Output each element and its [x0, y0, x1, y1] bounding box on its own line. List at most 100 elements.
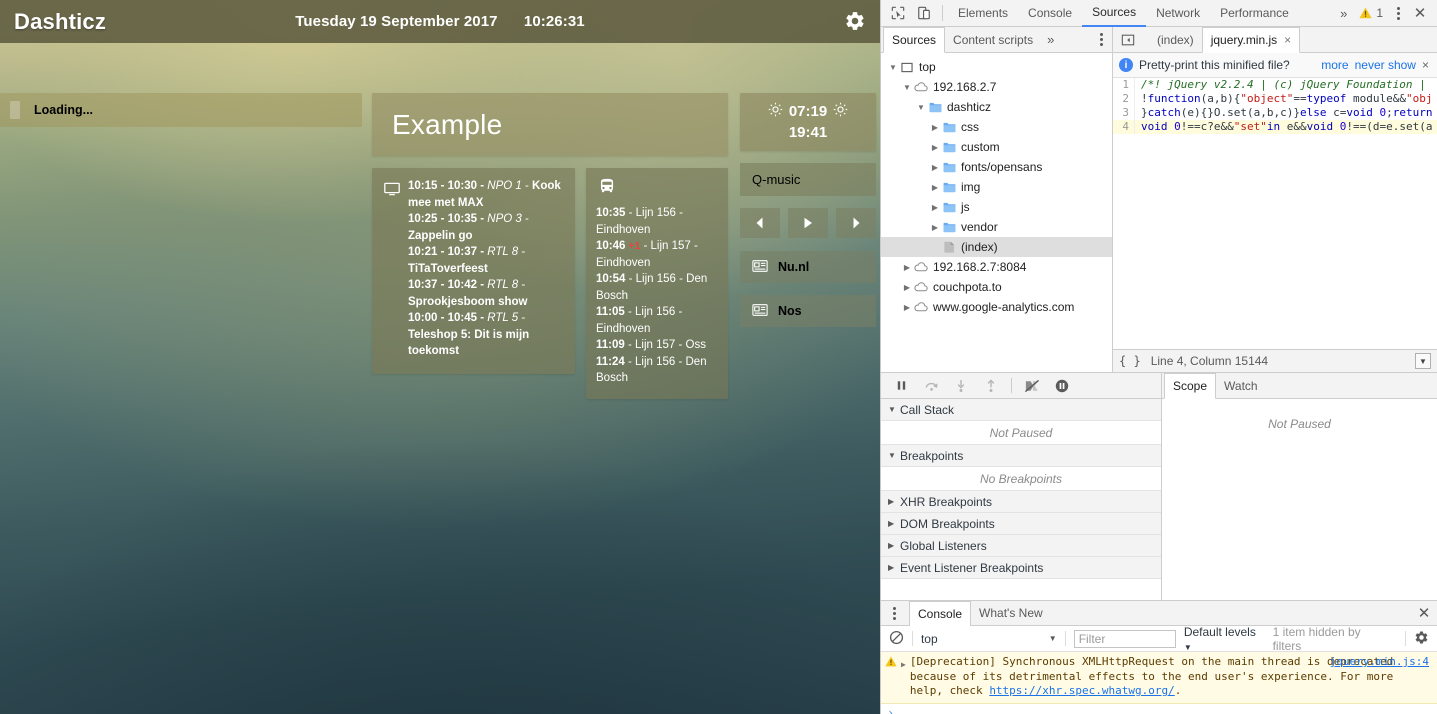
section-twisty-icon[interactable]: ▶	[888, 541, 900, 550]
expand-message-icon[interactable]: ▶	[901, 658, 906, 699]
more-options-icon[interactable]	[885, 606, 903, 620]
tree-node-top[interactable]: ▼ top	[881, 57, 1112, 77]
navigator-tab-content-scripts[interactable]: Content scripts	[945, 27, 1041, 52]
tree-node-couchpota-to[interactable]: ▶ couchpota.to	[881, 277, 1112, 297]
collapse-twisty-icon[interactable]: ▶	[929, 183, 941, 192]
console-prompt[interactable]: ›	[881, 704, 1437, 714]
deactivate-breakpoints-icon[interactable]	[1018, 374, 1046, 398]
tv-guide-block[interactable]: 10:15 - 10:30 - NPO 1 - Kook mee met MAX…	[372, 168, 575, 374]
tab-watch[interactable]: Watch	[1216, 373, 1266, 398]
line-number[interactable]: 2	[1113, 92, 1135, 106]
drawer-tab-whats-new[interactable]: What's New	[971, 601, 1051, 626]
section-twisty-icon[interactable]: ▶	[888, 519, 900, 528]
console-message-warning[interactable]: ▶ [Deprecation] Synchronous XMLHttpReque…	[881, 652, 1437, 704]
line-number[interactable]: 4	[1113, 120, 1135, 134]
collapse-twisty-icon[interactable]: ▶	[929, 123, 941, 132]
collapse-twisty-icon[interactable]: ▶	[901, 283, 913, 292]
close-icon[interactable]: ✕	[1407, 4, 1433, 22]
tree-node-192-168-2-7[interactable]: ▼ 192.168.2.7	[881, 77, 1112, 97]
close-icon[interactable]: ×	[1284, 33, 1291, 47]
tv-program-item: 10:15 - 10:30 - NPO 1 - Kook mee met MAX	[408, 178, 563, 211]
step-into-icon[interactable]	[947, 374, 975, 398]
news-button-nunl[interactable]: Nu.nl	[740, 251, 876, 283]
tab-console[interactable]: Console	[1018, 0, 1082, 27]
close-icon[interactable]: ✕	[1411, 604, 1437, 622]
pause-icon[interactable]	[887, 374, 915, 398]
debugger-section-call-stack[interactable]: ▼ Call Stack	[881, 399, 1161, 421]
debugger-section-event-listener-breakpoints[interactable]: ▶ Event Listener Breakpoints	[881, 557, 1161, 579]
pretty-print-more-link[interactable]: more	[1321, 58, 1348, 72]
close-icon[interactable]: ×	[1422, 58, 1437, 72]
warning-count-badge[interactable]: 1	[1353, 6, 1389, 20]
more-options-icon[interactable]	[1092, 33, 1110, 46]
tab-scope[interactable]: Scope	[1164, 373, 1217, 399]
collapse-twisty-icon[interactable]: ▶	[929, 223, 941, 232]
console-filter-input[interactable]: Filter	[1073, 629, 1176, 648]
tree-node--index-[interactable]: (index)	[881, 237, 1112, 257]
navigator-tab-sources[interactable]: Sources	[883, 27, 946, 53]
tree-node-dashticz[interactable]: ▼ dashticz	[881, 97, 1112, 117]
step-over-icon[interactable]	[917, 374, 945, 398]
debugger-section-xhr-breakpoints[interactable]: ▶ XHR Breakpoints	[881, 491, 1161, 513]
pause-on-exceptions-icon[interactable]	[1048, 374, 1076, 398]
section-twisty-icon[interactable]: ▼	[888, 451, 900, 460]
tree-node-192-168-2-7-8084[interactable]: ▶ 192.168.2.7:8084	[881, 257, 1112, 277]
tree-node-css[interactable]: ▶ css	[881, 117, 1112, 137]
collapse-twisty-icon[interactable]: ▶	[929, 143, 941, 152]
clear-console-icon[interactable]	[889, 630, 904, 648]
radio-station-block[interactable]: Q-music	[740, 163, 876, 196]
pretty-print-never-show-link[interactable]: never show	[1355, 58, 1416, 72]
collapse-twisty-icon[interactable]: ▶	[929, 203, 941, 212]
message-link[interactable]: https://xhr.spec.whatwg.org/	[989, 684, 1174, 697]
gear-icon[interactable]	[1414, 630, 1429, 648]
section-twisty-icon[interactable]: ▼	[888, 405, 900, 414]
bus-departures-block[interactable]: 10:35 - Lijn 156 - Eindhoven 10:46 +1 - L…	[586, 168, 728, 399]
show-more-icon[interactable]: ▼	[1415, 353, 1431, 369]
tab-network[interactable]: Network	[1146, 0, 1210, 27]
inspect-element-icon[interactable]	[885, 1, 911, 25]
tab-elements[interactable]: Elements	[948, 0, 1018, 27]
gear-icon[interactable]	[844, 10, 868, 34]
play-button[interactable]	[788, 208, 828, 238]
collapse-twisty-icon[interactable]: ▶	[901, 303, 913, 312]
tab-sources[interactable]: Sources	[1082, 0, 1147, 27]
folder-icon	[941, 162, 957, 173]
console-message-source-link[interactable]: jquery.min.js:4	[1330, 655, 1429, 670]
pretty-print-toggle[interactable]: { }	[1119, 354, 1141, 368]
code-editor[interactable]: 1 /*! jQuery v2.2.4 | (c) jQuery Foundati…	[1113, 78, 1437, 349]
editor-tab-index[interactable]: (index)	[1149, 27, 1202, 52]
section-twisty-icon[interactable]: ▶	[888, 497, 900, 506]
show-navigator-icon[interactable]	[1115, 28, 1141, 52]
tree-node-img[interactable]: ▶ img	[881, 177, 1112, 197]
collapse-twisty-icon[interactable]: ▶	[901, 263, 913, 272]
previous-track-button[interactable]	[740, 208, 780, 238]
news-button-nos[interactable]: Nos	[740, 295, 876, 327]
section-twisty-icon[interactable]: ▶	[888, 563, 900, 572]
collapse-twisty-icon[interactable]: ▶	[929, 163, 941, 172]
expand-twisty-icon[interactable]: ▼	[901, 83, 913, 92]
step-out-icon[interactable]	[977, 374, 1005, 398]
console-levels-select[interactable]: Default levels ▼	[1184, 625, 1265, 653]
tree-node-www-google-analytics-com[interactable]: ▶ www.google-analytics.com	[881, 297, 1112, 317]
tree-node-js[interactable]: ▶ js	[881, 197, 1112, 217]
tree-node-custom[interactable]: ▶ custom	[881, 137, 1112, 157]
tree-node-label: vendor	[961, 220, 998, 234]
tree-node-vendor[interactable]: ▶ vendor	[881, 217, 1112, 237]
line-number[interactable]: 1	[1113, 78, 1135, 92]
debugger-section-global-listeners[interactable]: ▶ Global Listeners	[881, 535, 1161, 557]
expand-twisty-icon[interactable]: ▼	[887, 63, 899, 72]
more-options-icon[interactable]	[1389, 6, 1407, 20]
console-context-select[interactable]: top ▼	[921, 632, 1057, 646]
navigator-overflow-chevron[interactable]: »	[1041, 32, 1060, 47]
panel-overflow-chevron[interactable]: »	[1334, 6, 1353, 21]
debugger-section-dom-breakpoints[interactable]: ▶ DOM Breakpoints	[881, 513, 1161, 535]
editor-tab-jquery[interactable]: jquery.min.js ×	[1201, 27, 1301, 53]
expand-twisty-icon[interactable]: ▼	[915, 103, 927, 112]
tree-node-fonts-opensans[interactable]: ▶ fonts/opensans	[881, 157, 1112, 177]
device-toolbar-icon[interactable]	[911, 1, 937, 25]
drawer-tab-console[interactable]: Console	[909, 600, 972, 627]
next-track-button[interactable]	[836, 208, 876, 238]
debugger-section-breakpoints[interactable]: ▼ Breakpoints	[881, 445, 1161, 467]
tab-performance[interactable]: Performance	[1210, 0, 1299, 27]
line-number[interactable]: 3	[1113, 106, 1135, 120]
